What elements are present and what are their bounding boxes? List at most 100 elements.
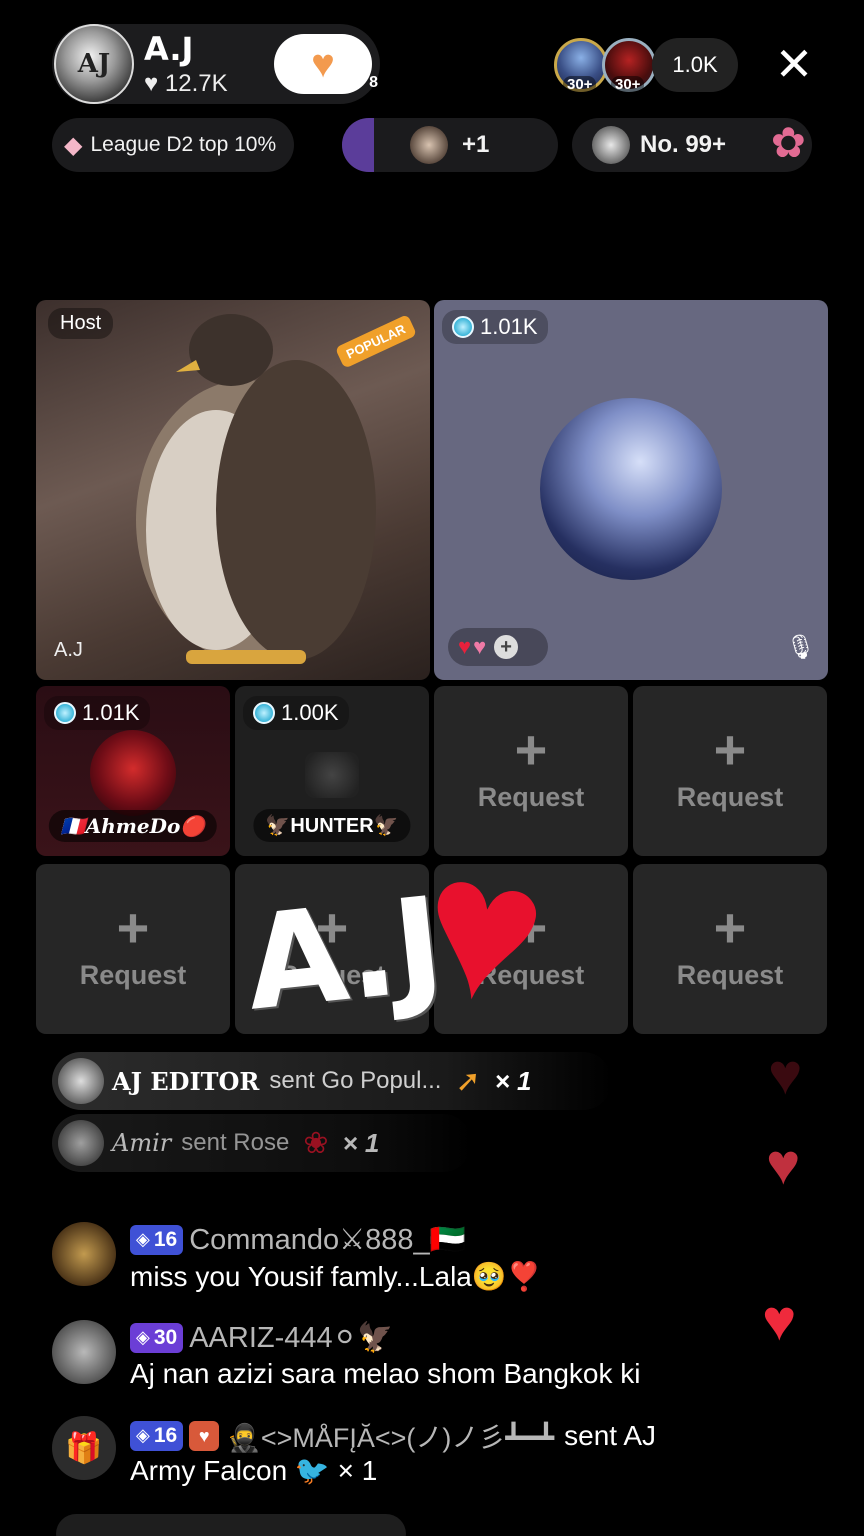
hearts-icon: ♥ [473, 634, 487, 659]
coin-counter: 1.01K [44, 696, 150, 730]
level-value: 30 [153, 1325, 178, 1349]
host-avatar[interactable]: AJ [54, 24, 134, 104]
viewer-avatar[interactable]: 30+ [602, 38, 656, 93]
guest-avatar[interactable] [540, 398, 722, 580]
diamond-icon: ◈ [136, 1425, 150, 1445]
seat-tile[interactable]: 1.00K 🦅HUNTER🦅 [235, 686, 429, 856]
host-tag: Host [48, 308, 114, 339]
request-label: Request [676, 782, 784, 812]
gift-banner: AJ EDITOR sent Go Popul... ➚ × 1 [52, 1052, 612, 1110]
host-tile-name: A.J [54, 639, 83, 661]
chat-username[interactable]: AARIZ-444⚪🦅 [189, 1320, 393, 1355]
coin-icon [54, 702, 76, 724]
viewer-count[interactable]: 1.0K [652, 38, 738, 92]
rank-up-label: +1 [462, 131, 490, 158]
request-label: Request [79, 960, 187, 990]
avatar [592, 126, 630, 164]
rose-icon: ❀ [303, 1126, 329, 1160]
viewer-level: 30+ [563, 76, 597, 93]
follow-button[interactable]: ♥ 8 [274, 34, 378, 94]
floating-heart-icon: ♥ [762, 1288, 797, 1353]
heart-icon: ♥ [458, 634, 472, 659]
top-viewers[interactable]: 30+ 30+ [554, 38, 658, 94]
coffee-cup-icon [305, 752, 359, 798]
chat-username[interactable]: Commando⚔888_🇦🇪 [189, 1222, 466, 1257]
coin-value: 1.00K [281, 700, 339, 725]
plus-icon: + [713, 896, 747, 959]
flower-icon: ✿ [770, 119, 806, 166]
level-badge: ◈ 16 [130, 1420, 184, 1451]
close-icon[interactable]: ✕ [770, 40, 818, 88]
add-reaction-icon[interactable]: + [494, 635, 519, 659]
chat-header: ◈ 16 ♥ 🥷<>MÅFĮĂ<>(ノ)ノ彡┻━┻ sent AJ [130, 1416, 656, 1455]
plus-icon: + [116, 896, 150, 959]
chat-text: Army Falcon 🐦 × 1 [130, 1455, 378, 1486]
floating-heart-icon: ♥ [766, 1132, 801, 1197]
avatar[interactable] [52, 1320, 116, 1384]
request-seat[interactable]: + Request [633, 864, 827, 1034]
rank-progress-bar [342, 118, 374, 172]
request-seat[interactable]: + Request [36, 864, 230, 1034]
chat-text: Aj nan azizi sara melao shom Bangkok ki [130, 1358, 641, 1389]
mic-muted-icon: 🎙 [785, 634, 816, 661]
league-label: League D2 top 10% [90, 133, 277, 156]
heart-icon: ♥ [311, 42, 335, 86]
follow-badge: 8 [369, 74, 378, 91]
level-value: 16 [153, 1227, 178, 1251]
guest-video-tile[interactable]: 1.01K ♥ ♥ + 🎙 [434, 300, 828, 680]
plus-icon: + [514, 718, 548, 781]
level-badge: ◈ 30 [130, 1322, 184, 1353]
host-name: A.J [144, 30, 194, 68]
avatar[interactable] [52, 1222, 116, 1286]
level-badge: ◈ 16 [130, 1224, 184, 1255]
popular-arrow-icon: ➚ [455, 1064, 481, 1098]
diamond-icon: ◈ [136, 1229, 150, 1249]
diamond-icon: ◆ [64, 131, 83, 159]
viewer-avatar[interactable]: 30+ [554, 38, 608, 93]
coin-counter: 1.00K [243, 696, 349, 730]
request-label: Request [676, 960, 784, 990]
host-likes-count: ♥ 12.7K [144, 70, 228, 97]
coin-icon [452, 316, 474, 338]
request-label: Request [477, 782, 585, 812]
league-chip[interactable]: ◆ League D2 top 10% [52, 118, 294, 172]
chat-text: miss you Yousif famly...Lala🥹❣️ [130, 1261, 542, 1292]
coin-value: 1.01K [82, 700, 140, 725]
seat-name: 🇫🇷AhmeDo🔴 [48, 810, 218, 842]
floating-heart-icon: ♥ [768, 1042, 803, 1107]
shield-icon: ♥ [189, 1420, 220, 1451]
diamond-icon: ◈ [136, 1327, 150, 1347]
gift-action: sent AJ [564, 1419, 656, 1451]
coin-counter: 1.01K [442, 310, 548, 344]
avatar [58, 1058, 104, 1104]
gift-icon: 🎁 [52, 1416, 116, 1480]
host-profile-pill[interactable]: AJ A.J ♥ 12.7K ♥ 8 [52, 24, 380, 104]
coin-value: 1.01K [480, 314, 538, 339]
reaction-pill[interactable]: ♥ ♥ + [448, 628, 548, 666]
seat-name: 🦅HUNTER🦅 [253, 809, 411, 842]
seat-tile[interactable]: 1.01K 🇫🇷AhmeDo🔴 [36, 686, 230, 856]
rank-up-chip[interactable]: +1 [342, 118, 558, 172]
ranking-label: No. 99+ [640, 131, 727, 158]
host-video-tile[interactable]: Host POPULAR A.J [36, 300, 430, 680]
comment-input[interactable] [56, 1514, 406, 1536]
gift-action: sent Rose [181, 1129, 290, 1156]
level-value: 16 [153, 1423, 178, 1447]
avatar [410, 126, 448, 164]
request-seat[interactable]: + Request [633, 686, 827, 856]
gift-sender: Amir [112, 1129, 172, 1157]
plus-icon: + [713, 718, 747, 781]
gift-count: × 1 [494, 1065, 532, 1096]
chat-username[interactable]: 🥷<>MÅFĮĂ<>(ノ)ノ彡┻━┻ [227, 1416, 554, 1455]
chat-header: ◈ 16 Commando⚔888_🇦🇪 [130, 1222, 466, 1257]
ranking-chip[interactable]: No. 99+ ✿ [572, 118, 812, 172]
gift-count: × 1 [342, 1127, 380, 1158]
gift-banner: Amir sent Rose ❀ × 1 [52, 1114, 472, 1172]
gift-sender: AJ EDITOR [112, 1066, 260, 1096]
avatar [90, 730, 176, 816]
coin-icon [253, 702, 275, 724]
viewer-level: 30+ [611, 76, 645, 93]
chat-header: ◈ 30 AARIZ-444⚪🦅 [130, 1320, 393, 1355]
avatar [58, 1120, 104, 1166]
gift-action: sent Go Popul... [269, 1067, 442, 1094]
